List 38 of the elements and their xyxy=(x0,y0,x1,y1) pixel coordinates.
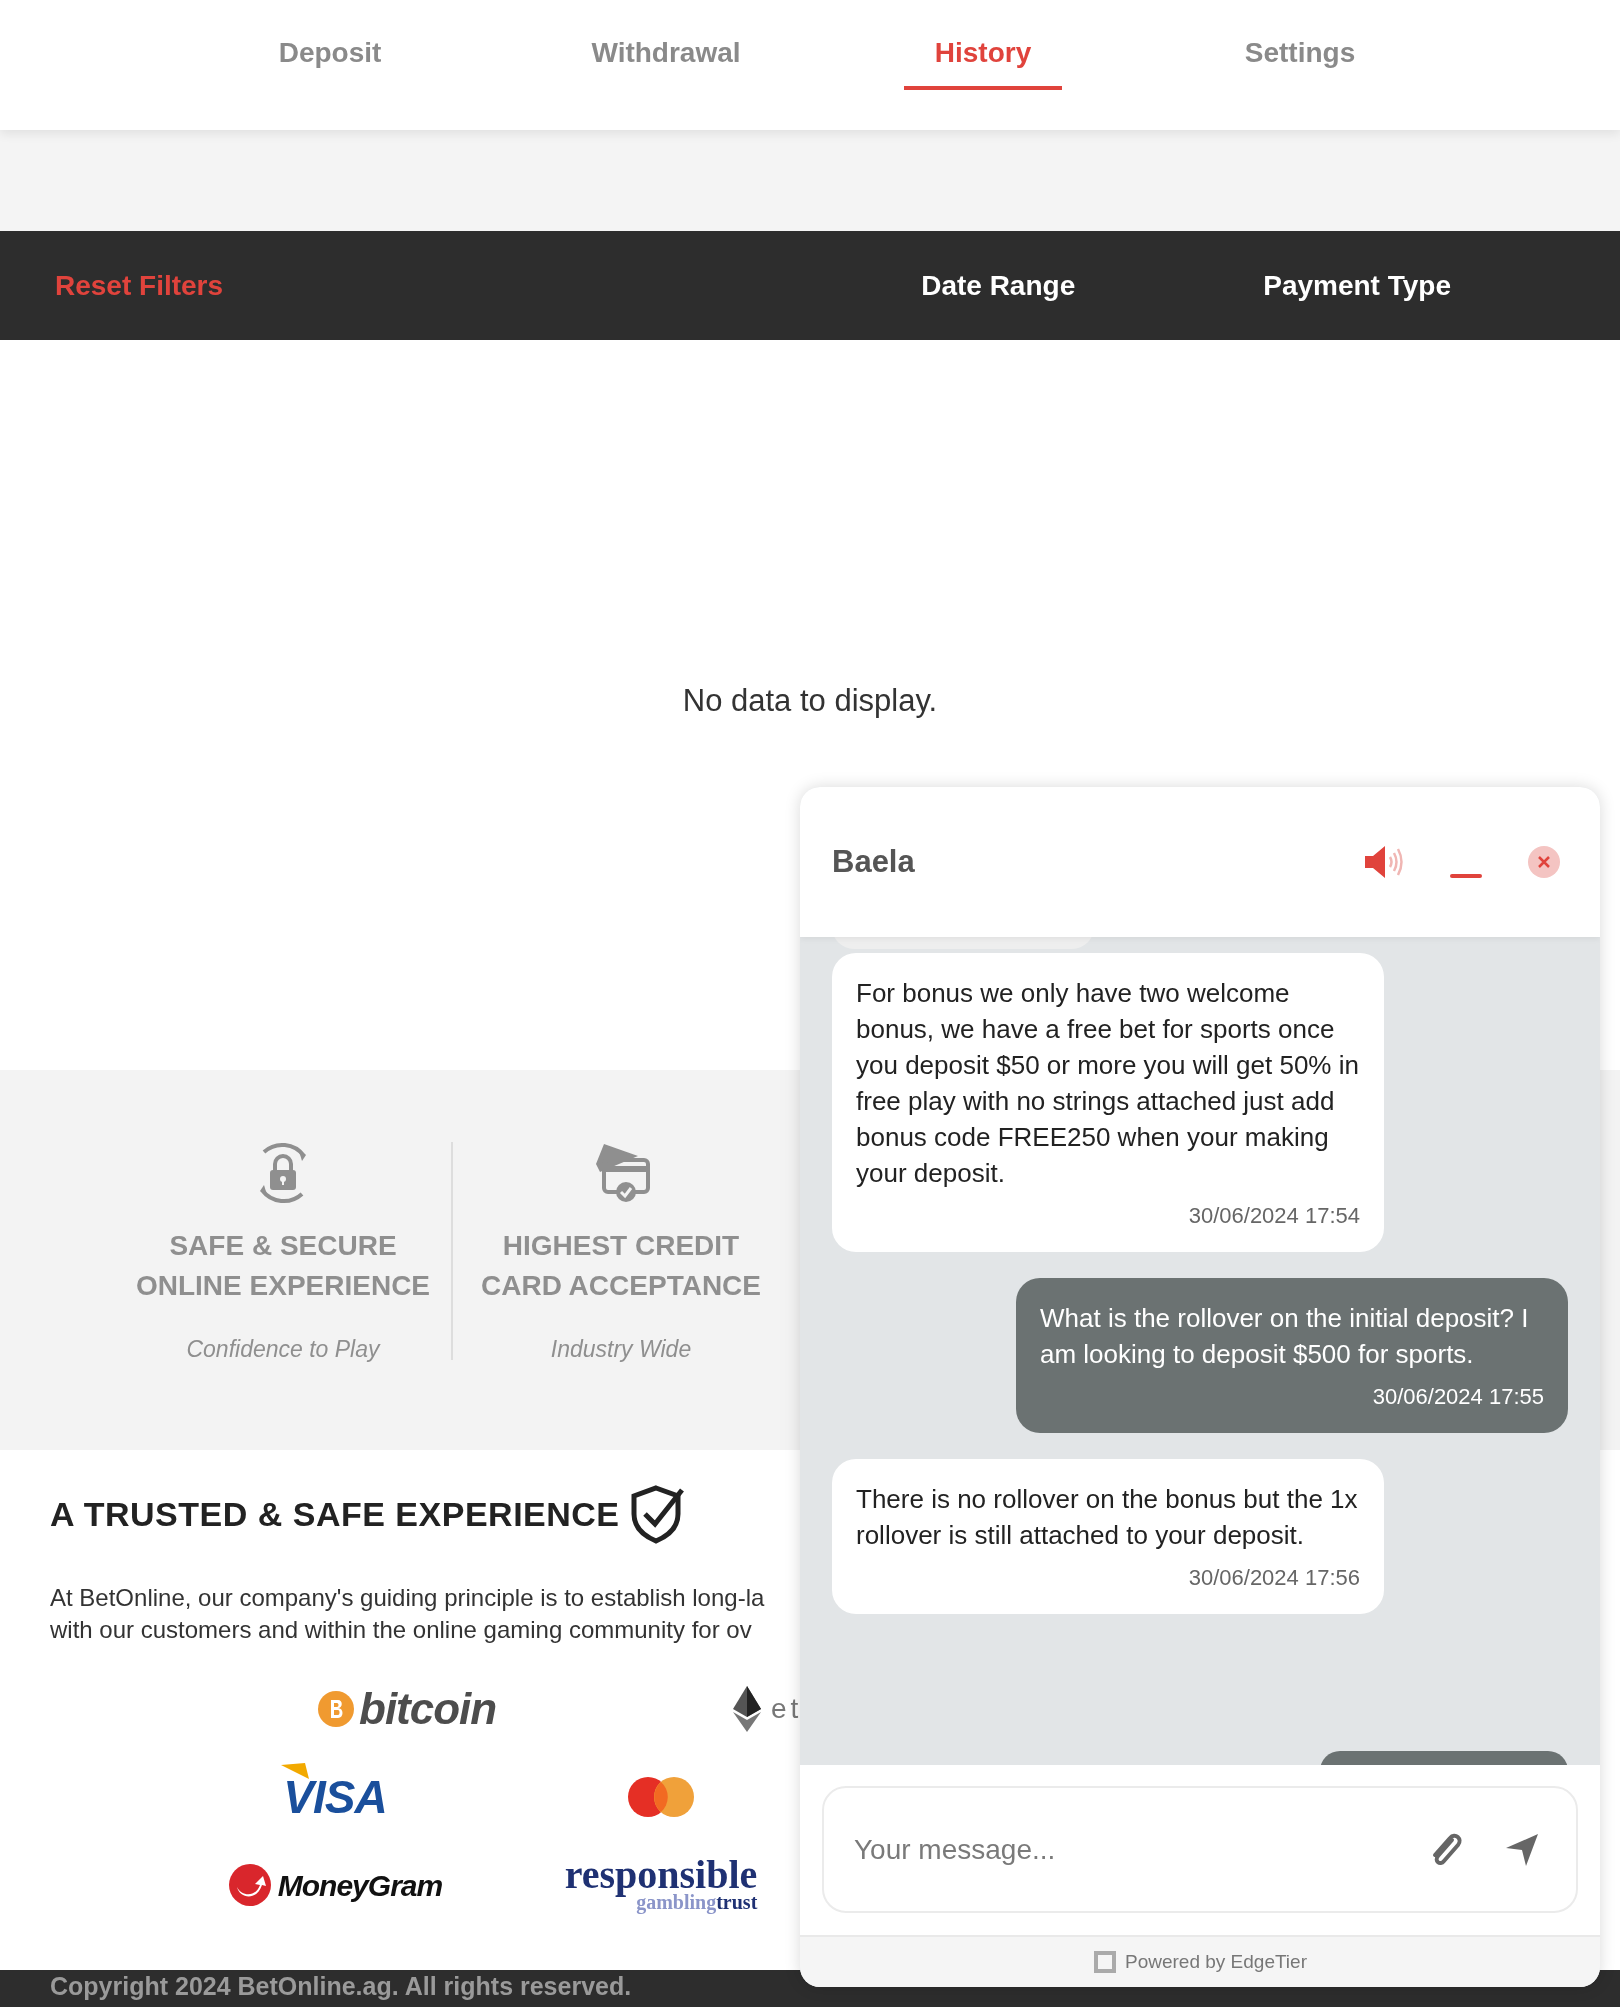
close-icon xyxy=(1538,856,1550,868)
message-text: For bonus we only have two welcome bonus, we have a free bet for sports once you deposit $50 or more you will get 50% in free play with no strings attached just add bonus code FREE250 when your making your deposit. xyxy=(856,977,1360,1190)
powered-by-text: Powered by EdgeTier xyxy=(1125,1949,1307,1974)
filter-dropdown[interactable]: Payment Type xyxy=(1263,264,1451,307)
grid-logo-icon xyxy=(1093,1950,1117,1974)
visa-logo: VISA xyxy=(283,1762,387,1832)
moneygram-logo: MoneyGram xyxy=(227,1862,443,1908)
ethereum-logo: et xyxy=(733,1686,803,1732)
message-time: 30/06/2024 17:54 xyxy=(1188,1202,1360,1230)
message-text: There is no rollover on the bonus but the 1x rollover is still attached to your deposit. xyxy=(856,1483,1359,1552)
empty-message: No data to display. xyxy=(682,682,938,720)
copyright-text: Copyright 2024 BetOnline.ag. All rights reserved. xyxy=(50,1971,633,2002)
message-text: What is the rollover on the initial deposit? I am looking to deposit $500 for sports. xyxy=(1040,1302,1530,1371)
message-time: 30/06/2024 17:56 xyxy=(1188,1564,1360,1592)
paragraph-line: At BetOnline, our company's guiding principle is to establish long-la xyxy=(50,1583,766,1613)
feature-subtitle: Industry Wide xyxy=(550,1335,692,1364)
minimize-icon xyxy=(1450,874,1482,878)
tab[interactable]: Withdrawal xyxy=(556,0,776,90)
bitcoin-logo: bitcoin xyxy=(317,1676,733,1742)
mastercard-logo xyxy=(627,1776,695,1818)
message-input-box[interactable]: Your message... xyxy=(822,1786,1578,1913)
tab[interactable]: History xyxy=(904,0,1062,90)
message-input[interactable]: Your message... xyxy=(854,1828,1426,1871)
paragraph-line: with our customers and within the online gaming community for ov xyxy=(50,1615,753,1645)
message-time: 30/06/2024 17:55 xyxy=(1372,1383,1544,1411)
send-icon[interactable] xyxy=(1504,1831,1540,1868)
feature-title: SAFE & SECURE ONLINE EXPERIENCE xyxy=(134,1229,432,1303)
feature-subtitle: Confidence to Play xyxy=(186,1335,380,1364)
agent-name: Baela xyxy=(832,842,915,881)
shield-check-icon xyxy=(629,1484,686,1544)
responsible-gambling-logo: responsible gamblingtrust xyxy=(564,1858,758,1912)
feature-title: HIGHEST CREDIT CARD ACCEPTANCE xyxy=(480,1229,762,1303)
filter-dropdown[interactable]: Date Range xyxy=(921,264,1076,307)
tab[interactable]: Settings xyxy=(1190,0,1410,90)
reset-filters-link[interactable]: Reset Filters xyxy=(55,264,224,307)
tab[interactable]: Deposit xyxy=(220,0,440,90)
section-heading: A TRUSTED & SAFE EXPERIENCE xyxy=(50,1493,620,1535)
close-button[interactable] xyxy=(1528,846,1560,878)
